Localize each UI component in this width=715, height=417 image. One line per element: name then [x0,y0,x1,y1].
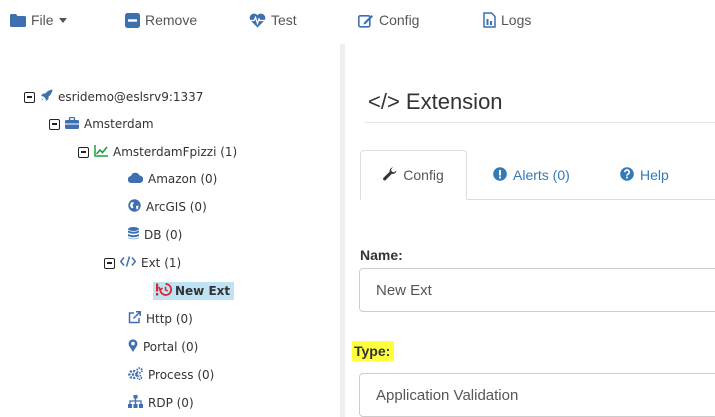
name-field-label: Name: [360,247,403,263]
name-input[interactable]: New Ext [359,268,715,312]
tree-node-label: New Ext [175,284,231,298]
tree-node-portal[interactable]: Portal (0) [128,337,198,357]
tree-node-label: AmsterdamFpizzi (1) [113,145,238,159]
wrench-icon [383,166,397,184]
folder-icon [10,13,26,27]
tree-node-arcgis[interactable]: ArcGIS (0) [128,197,207,217]
tab-alerts[interactable]: Alerts (0) [493,150,570,200]
tree-node-label: RDP (0) [148,396,194,410]
file-menu-label: File [31,12,54,28]
test-label: Test [271,12,297,28]
exclamation-circle-icon [493,166,507,184]
tree-node-label: DB (0) [144,228,183,242]
page-title: </> Extension [368,89,503,114]
map-marker-icon [128,339,138,355]
warning-history-icon [155,283,173,299]
tree-panel: esridemo@eslsrv9:1337 Amsterdam Amsterda… [0,44,340,417]
cloud-icon [127,172,144,186]
title-divider [365,122,715,123]
remove-label: Remove [145,12,198,28]
sitemap-icon [128,395,143,411]
tab-config[interactable]: Config [360,150,467,200]
file-menu-button[interactable]: File [10,10,67,30]
config-button[interactable]: Config [358,10,419,30]
minus-square-icon [125,12,140,28]
external-link-icon [128,311,141,327]
tree-node-amazon[interactable]: Amazon (0) [127,169,218,189]
tree-node-db[interactable]: DB (0) [128,225,182,245]
heartbeat-icon [249,13,266,28]
tree-node-label: Amsterdam [84,117,154,131]
caret-down-icon [58,17,67,23]
tree-node-label: esridemo@eslsrv9:1337 [58,90,204,104]
detail-panel: </> Extension Config Alerts (0) Help Nam… [345,44,715,417]
briefcase-icon [65,116,79,132]
config-label: Config [379,12,420,28]
tree-node-rdp[interactable]: RDP (0) [128,393,194,413]
tree-node-new-ext[interactable]: New Ext [153,281,235,301]
tab-label: Alerts (0) [513,167,570,183]
tab-label: Config [403,167,444,183]
tree-node-http[interactable]: Http (0) [128,309,193,329]
tree-node-root[interactable]: esridemo@eslsrv9:1337 [24,87,203,107]
collapse-toggle-icon[interactable] [49,118,60,130]
collapse-toggle-icon[interactable] [24,91,35,103]
tree-node-label: Http (0) [146,312,193,326]
cogs-icon [128,367,143,383]
collapse-toggle-icon[interactable] [78,146,89,158]
tab-bar: Config Alerts (0) Help [360,150,715,200]
document-icon [483,12,496,28]
selected-node-highlight: New Ext [153,282,235,300]
toolbar: File Remove Test Config Logs [0,0,715,44]
logs-label: Logs [501,12,532,28]
line-chart-icon [94,144,108,160]
database-icon [128,227,139,243]
type-field-label: Type: [352,341,395,361]
code-icon [119,256,137,270]
question-circle-icon [620,166,634,184]
tab-help[interactable]: Help [620,150,669,200]
tree-node-amsterdam[interactable]: Amsterdam [49,114,154,134]
tree-node-label: Ext (1) [141,256,182,270]
tree-node-label: ArcGIS (0) [146,200,207,214]
type-label-highlight: Type: [352,341,395,361]
tree-node-ext[interactable]: Ext (1) [104,253,181,273]
type-select[interactable]: Application Validation [359,373,715,417]
tab-label: Help [640,167,669,183]
tree-node-amsterdamfpizzi[interactable]: AmsterdamFpizzi (1) [78,142,237,162]
rocket-icon [40,89,53,105]
collapse-toggle-icon[interactable] [104,257,115,269]
tree-node-process[interactable]: Process (0) [128,365,214,385]
remove-button[interactable]: Remove [125,10,197,30]
tree-node-label: Portal (0) [143,340,199,354]
edit-icon [358,13,374,28]
test-button[interactable]: Test [249,10,297,30]
globe-icon [128,199,141,215]
tree-node-label: Process (0) [148,368,215,382]
logs-button[interactable]: Logs [483,10,531,30]
tree-node-label: Amazon (0) [148,172,218,186]
